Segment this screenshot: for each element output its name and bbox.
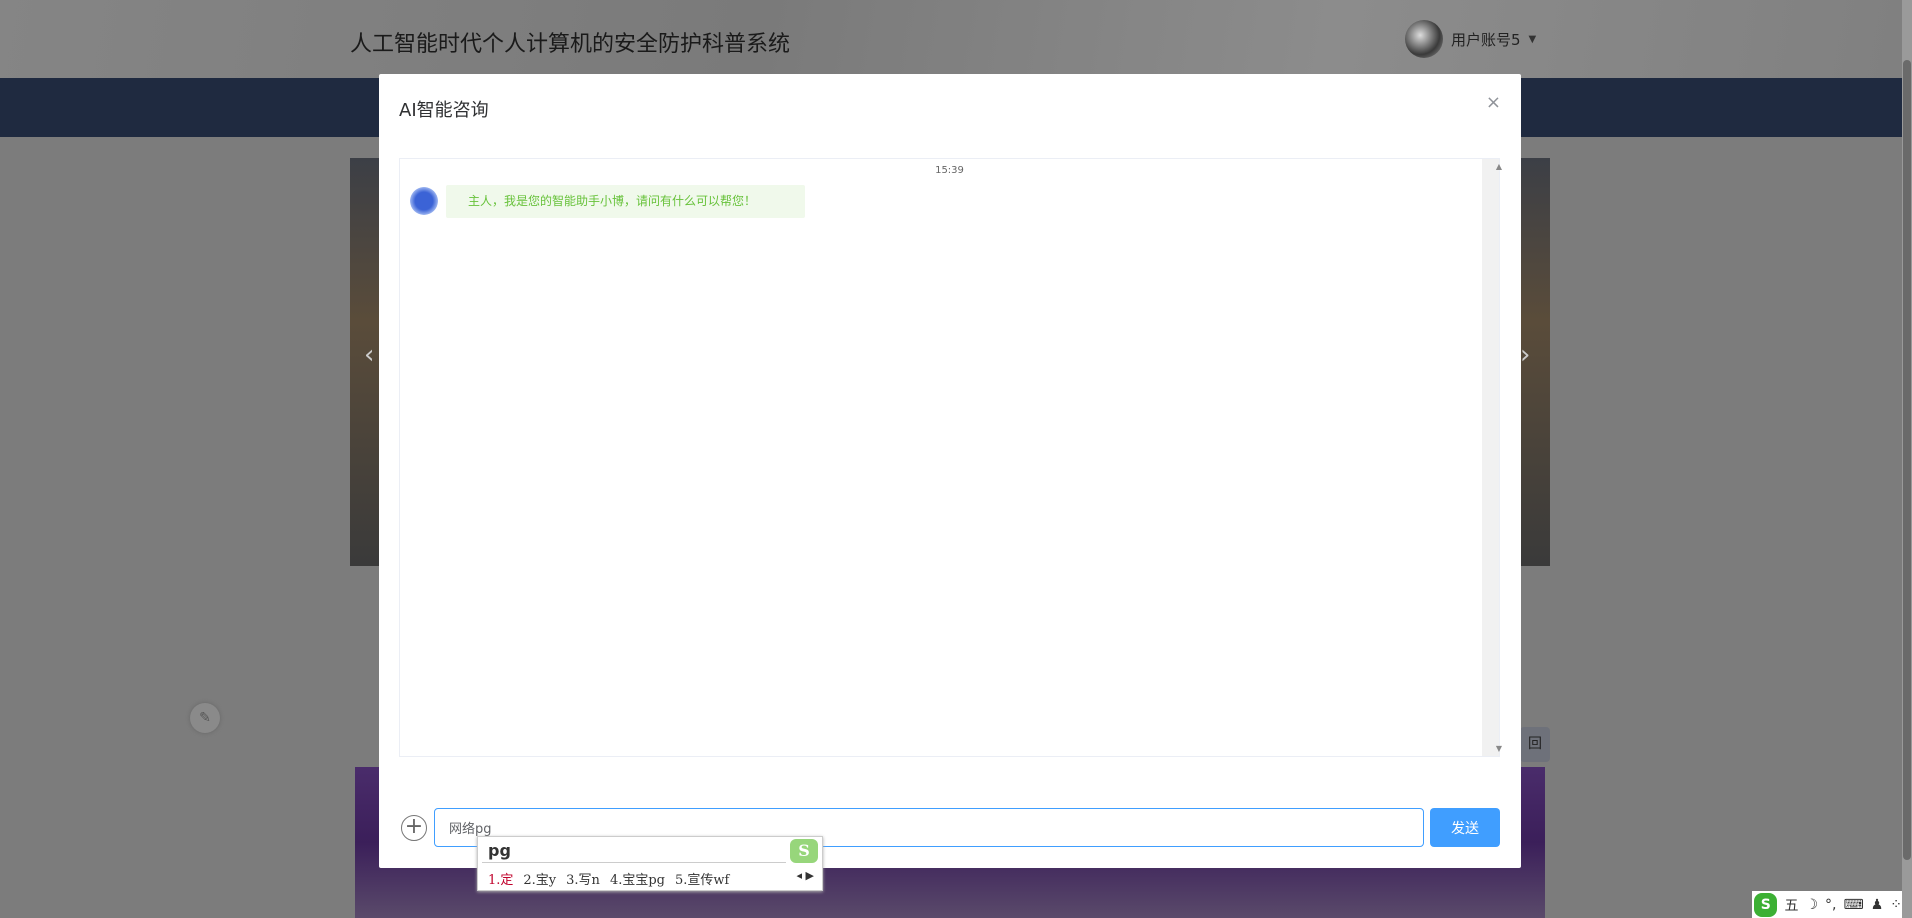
page-scrollbar[interactable]: [1902, 0, 1912, 918]
return-button[interactable]: 回: [1520, 727, 1550, 762]
user-label: 用户账号5: [1451, 29, 1521, 50]
ime-candidate[interactable]: 3.写n: [566, 869, 600, 888]
carousel-prev-icon[interactable]: ‹: [364, 340, 374, 370]
carousel-next-icon[interactable]: ›: [1520, 340, 1530, 370]
dialog-title: AI智能咨询: [399, 96, 489, 122]
user-menu[interactable]: 用户账号5 ▼: [1405, 20, 1536, 58]
next-page-icon[interactable]: ◂ ▶: [797, 869, 814, 882]
chat-area: 15:39 主人，我是您的智能助手小博，请问有什么可以帮您！ ▲▼: [399, 158, 1500, 757]
ime-status-bar: S 五 ☽ °, ⌨ ♟ ⁘: [1752, 891, 1902, 918]
site-header: 人工智能时代个人计算机的安全防护科普系统 用户账号5 ▼: [0, 0, 1902, 78]
site-title: 人工智能时代个人计算机的安全防护科普系统: [350, 26, 790, 58]
edit-icon[interactable]: ✎: [190, 703, 220, 733]
moon-icon[interactable]: ☽: [1805, 897, 1818, 913]
add-icon[interactable]: +: [401, 815, 427, 841]
ime-candidate-window: pg S 1.定 2.宝y 3.写n 4.宝宝pg 5.宣传wf ◂ ▶: [477, 836, 823, 891]
ime-candidate[interactable]: 4.宝宝pg: [610, 869, 665, 888]
punctuation-icon[interactable]: °,: [1825, 897, 1836, 913]
ime-candidate[interactable]: 2.宝y: [523, 869, 556, 888]
send-button[interactable]: 发送: [1430, 808, 1500, 847]
keyboard-icon[interactable]: ⌨: [1843, 897, 1863, 913]
wubi-mode-icon[interactable]: 五: [1784, 895, 1798, 915]
ime-candidate[interactable]: 1.定: [488, 869, 513, 888]
chat-scrollbar[interactable]: ▲▼: [1482, 159, 1499, 756]
robot-avatar-icon: [410, 187, 438, 215]
apps-icon[interactable]: ⁘: [1890, 897, 1902, 913]
close-icon[interactable]: ×: [1486, 92, 1501, 113]
sogou-logo-icon: S: [790, 839, 818, 863]
ime-composition: pg: [488, 841, 511, 860]
user-icon[interactable]: ♟: [1871, 897, 1884, 913]
ai-chat-dialog: AI智能咨询 × 15:39 主人，我是您的智能助手小博，请问有什么可以帮您！ …: [379, 74, 1521, 868]
chevron-down-icon: ▼: [1529, 34, 1537, 45]
bot-message: 主人，我是您的智能助手小博，请问有什么可以帮您！: [446, 185, 805, 218]
sogou-logo-icon[interactable]: S: [1754, 893, 1777, 917]
avatar: [1405, 20, 1443, 58]
timestamp: 15:39: [400, 165, 1499, 176]
ime-candidate[interactable]: 5.宣传wf: [675, 869, 729, 888]
